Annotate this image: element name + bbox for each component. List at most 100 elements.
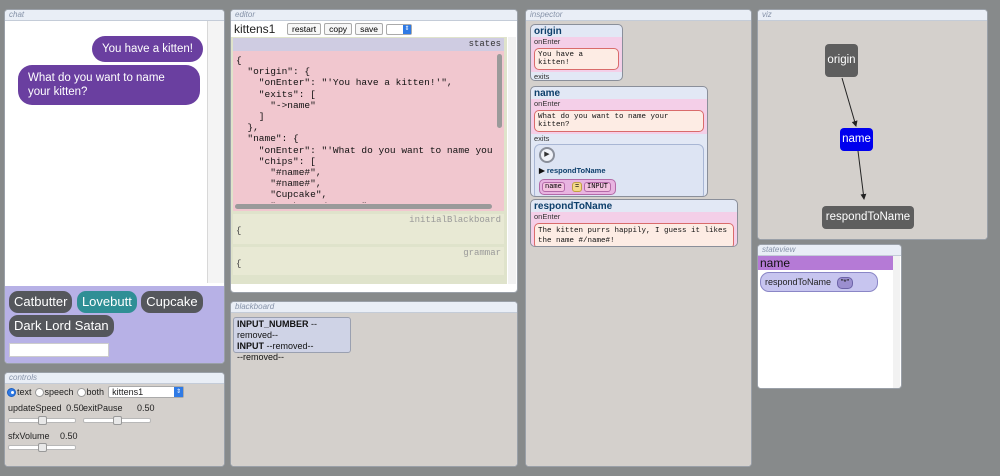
code-line: "->name" [236,99,316,111]
inspector-panel-title: inspector [526,10,751,21]
slider-knob[interactable] [38,416,47,425]
chip-tray: Catbutter Lovebutt Cupcake Dark Lord Sat… [5,286,224,363]
code-line: }, [236,122,259,134]
viz-panel-title: viz [758,10,987,21]
slider-knob[interactable] [113,416,122,425]
choice-chip[interactable]: Dark Lord Satan [9,315,114,337]
code-line: ] [236,111,265,123]
stateview-panel-title: stateview [758,245,901,256]
editor-scrollbar[interactable] [508,37,516,284]
story-name-field[interactable]: kittens1 [234,22,284,36]
viz-node-origin[interactable]: origin [825,44,858,77]
initial-blackboard-section: initialBlackboard { [233,214,504,244]
state-card-respond-to-name[interactable]: respondToName onEnter The kitten purrs h… [530,199,738,247]
states-scrollbar[interactable] [497,54,502,128]
editor-panel-title: editor [231,10,517,21]
on-enter-text[interactable]: What do you want to name your kitten? [534,110,704,132]
exit-pause-value: 0.50 [137,403,155,413]
viz-node-respond-to-name[interactable]: respondToName [822,206,914,229]
inspector-panel: inspector origin onEnter You have a kitt… [525,9,752,467]
code-line: "onEnter": "'What do you want to name yo… [236,144,492,156]
state-card-title: origin [534,26,562,37]
bb-value: --removed-- [237,352,285,362]
update-speed-slider[interactable] [8,416,76,425]
slider-knob[interactable] [38,443,47,452]
viz-node-name-active[interactable]: name [840,128,873,151]
edge-origin-name [841,77,858,127]
condition-left[interactable]: name [542,182,565,192]
chat-message: You have a kitten! [91,36,203,62]
save-button[interactable]: save [355,23,384,35]
current-state-header: name [758,256,893,270]
exits-label: exits [534,72,550,81]
restart-button[interactable]: restart [287,23,322,35]
story-select-value: kittens1 [112,387,144,397]
story-select[interactable]: kittens1 ⇕ [108,386,185,398]
play-circle-icon[interactable]: ▶ [539,147,555,163]
radio-text-label: text [17,387,32,397]
condition-block: name = INPUT [539,179,616,195]
code-line: "#name#", [236,178,322,190]
on-enter-text[interactable]: The kitten purrs happily, I guess it lik… [534,223,734,246]
exits-label: exits [534,134,550,143]
state-card-name[interactable]: name onEnter What do you want to name yo… [530,86,708,197]
radio-text[interactable] [7,387,16,397]
grammar-section: grammar { [233,247,504,275]
exit-row[interactable]: respondToName "*" [760,272,878,292]
update-speed-value: 0.50 [66,403,84,413]
copy-button[interactable]: copy [324,23,353,35]
viz-panel: viz origin name respondToName [757,9,988,240]
condition-right[interactable]: INPUT [584,182,612,192]
radio-speech[interactable] [34,387,44,397]
blackboard-panel-title: blackboard [231,302,517,313]
grammar-label: grammar [463,248,501,258]
radio-speech-label: speech [44,387,74,397]
states-code[interactable]: { "origin": { "onEnter": "'You have a ki… [236,55,492,203]
exit-target[interactable]: respondToName [547,166,606,175]
chat-message: What do you want to name your kitten? [18,65,200,105]
state-card-title: name [534,88,561,99]
code-line: "Dark Lord Satan" [236,201,492,203]
editor-select[interactable]: ⇕ [386,23,413,35]
chat-scrollbar[interactable] [207,21,224,283]
on-enter-label: onEnter [531,37,622,46]
on-enter-label: onEnter [531,99,707,108]
triangle-right-icon[interactable]: ▶ [539,166,545,175]
code-line: "origin": { [236,66,311,78]
code-line: "Cupcake", [236,189,328,201]
choice-chip[interactable]: Cupcake [141,291,203,313]
stateview-scrollbar[interactable] [893,256,900,388]
states-hscrollbar[interactable] [235,204,492,209]
exit-pause-slider[interactable] [83,416,151,425]
initial-blackboard-code[interactable]: { [233,226,504,236]
state-card-origin[interactable]: origin onEnter You have a kitten! exits … [530,24,623,81]
sfx-volume-value: 0.50 [60,431,78,441]
code-line: "name": { [236,133,299,145]
sfx-volume-label: sfxVolume [8,431,50,441]
controls-panel: controls text speech both kittens1 ⇕ upd… [4,372,225,467]
grammar-code[interactable]: { [233,259,504,269]
radio-both-label: both [86,387,105,397]
radio-both[interactable] [76,387,86,397]
condition-op[interactable]: = [572,182,583,192]
blackboard-panel: blackboard INPUT_NUMBER --removed-- INPU… [230,301,518,467]
on-enter-label: onEnter [531,212,737,221]
on-enter-text[interactable]: You have a kitten! [534,48,619,70]
exit-pause-label: exitPause [83,403,123,413]
chat-panel: chat You have a kitten! What do you want… [4,9,225,364]
sfx-volume-slider[interactable] [8,443,76,452]
controls-panel-title: controls [5,373,224,384]
initial-blackboard-label: initialBlackboard [409,215,501,225]
choice-chip-selected[interactable]: Lovebutt [76,291,137,313]
update-speed-label: updateSpeed [8,403,62,413]
chat-text-input[interactable] [9,343,109,357]
edge-name-respond [857,150,867,200]
exit-badge: "*" [836,277,854,289]
chat-log[interactable]: You have a kitten! What do you want to n… [5,21,207,283]
editor-body: states { "origin": { "onEnter": "'You ha… [231,37,507,284]
chat-panel-title: chat [5,10,224,21]
choice-chip[interactable]: Catbutter [9,291,73,313]
blackboard-table: INPUT_NUMBER --removed-- INPUT --removed… [233,317,351,362]
code-line: "#name#", [236,167,322,179]
bb-value: --removed-- [266,341,314,351]
